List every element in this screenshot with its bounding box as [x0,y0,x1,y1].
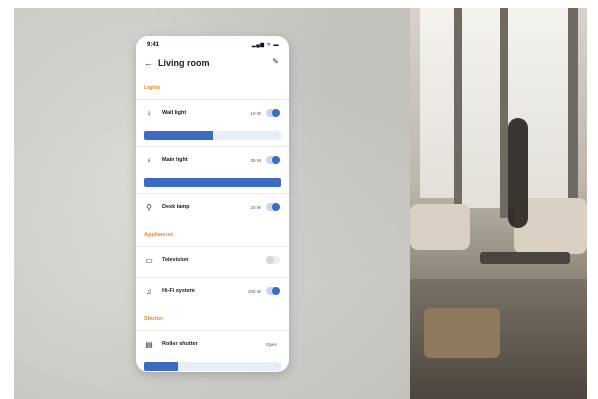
page-title: Living room [158,58,210,68]
device-label: Television [162,257,189,263]
power-toggle[interactable] [266,287,280,295]
device-row-hifi-system[interactable]: ♫ Hi-Fi system 200 W [136,278,289,308]
section-title: Lights [144,85,161,91]
power-toggle[interactable] [266,109,280,117]
device-row-wall-light[interactable]: ♀ Wall light 10 W › [136,100,289,146]
bulb-icon: ♀ [146,109,152,118]
living-room-scene [410,8,587,399]
background-photo [14,8,587,399]
section-shutter: Shutter [136,308,289,330]
device-row-main-light[interactable]: ♀ Main light 35 W › [136,147,289,193]
device-row-television[interactable]: ▭ Television [136,247,289,277]
app-header: ← Living room ✎ [136,51,289,77]
dimmer-slider[interactable]: › [144,178,281,187]
power-toggle[interactable] [266,256,280,264]
status-bar: 9:41 ▂▄▆ ᯤ ▬ [136,36,289,51]
device-watts: 200 W [247,289,261,294]
shutter-slider[interactable]: › [144,362,281,371]
dimmer-fill [144,131,213,140]
lamp-icon: ⚲ [146,203,152,212]
device-label: Hi-Fi system [162,288,195,294]
dimmer-slider[interactable]: › [144,131,281,140]
signal-wifi-battery-icon: ▂▄▆ ᯤ ▬ [251,42,279,48]
slider-end-icon: › [276,132,278,138]
section-title: Shutter [144,316,164,322]
device-watts: 10 W [250,111,261,116]
shutter-fill [144,362,179,371]
back-arrow-icon[interactable]: ← [144,58,153,68]
section-title: Appliances [144,232,174,238]
device-label: Desk lamp [162,204,190,210]
device-row-desk-lamp[interactable]: ⚲ Desk lamp 20 W [136,194,289,224]
dimmer-fill [144,178,281,187]
device-watts: 35 W [250,158,261,163]
bulb-icon: ♀ [146,156,152,165]
edit-pencil-icon[interactable]: ✎ [272,57,279,66]
section-lights: Lights [136,77,289,99]
phone-screen: 9:41 ▂▄▆ ᯤ ▬ ← Living room ✎ Lights ♀ Wa… [136,36,289,372]
status-time: 9:41 [147,42,160,48]
device-label: Roller shutter [162,341,198,347]
shutter-status: Open [265,342,277,347]
device-watts: 20 W [250,205,261,210]
power-toggle[interactable] [266,203,280,211]
speaker-icon: ♫ [146,287,152,296]
section-appliances: Appliances [136,224,289,246]
device-label: Main light [162,157,188,163]
device-row-roller-shutter[interactable]: ▤ Roller shutter Open › [136,331,289,372]
shutter-icon: ▤ [145,340,153,349]
device-label: Wall light [162,110,187,116]
slider-end-icon: › [276,179,278,185]
slider-end-icon: › [276,363,278,369]
tv-icon: ▭ [145,256,153,265]
power-toggle[interactable] [266,156,280,164]
